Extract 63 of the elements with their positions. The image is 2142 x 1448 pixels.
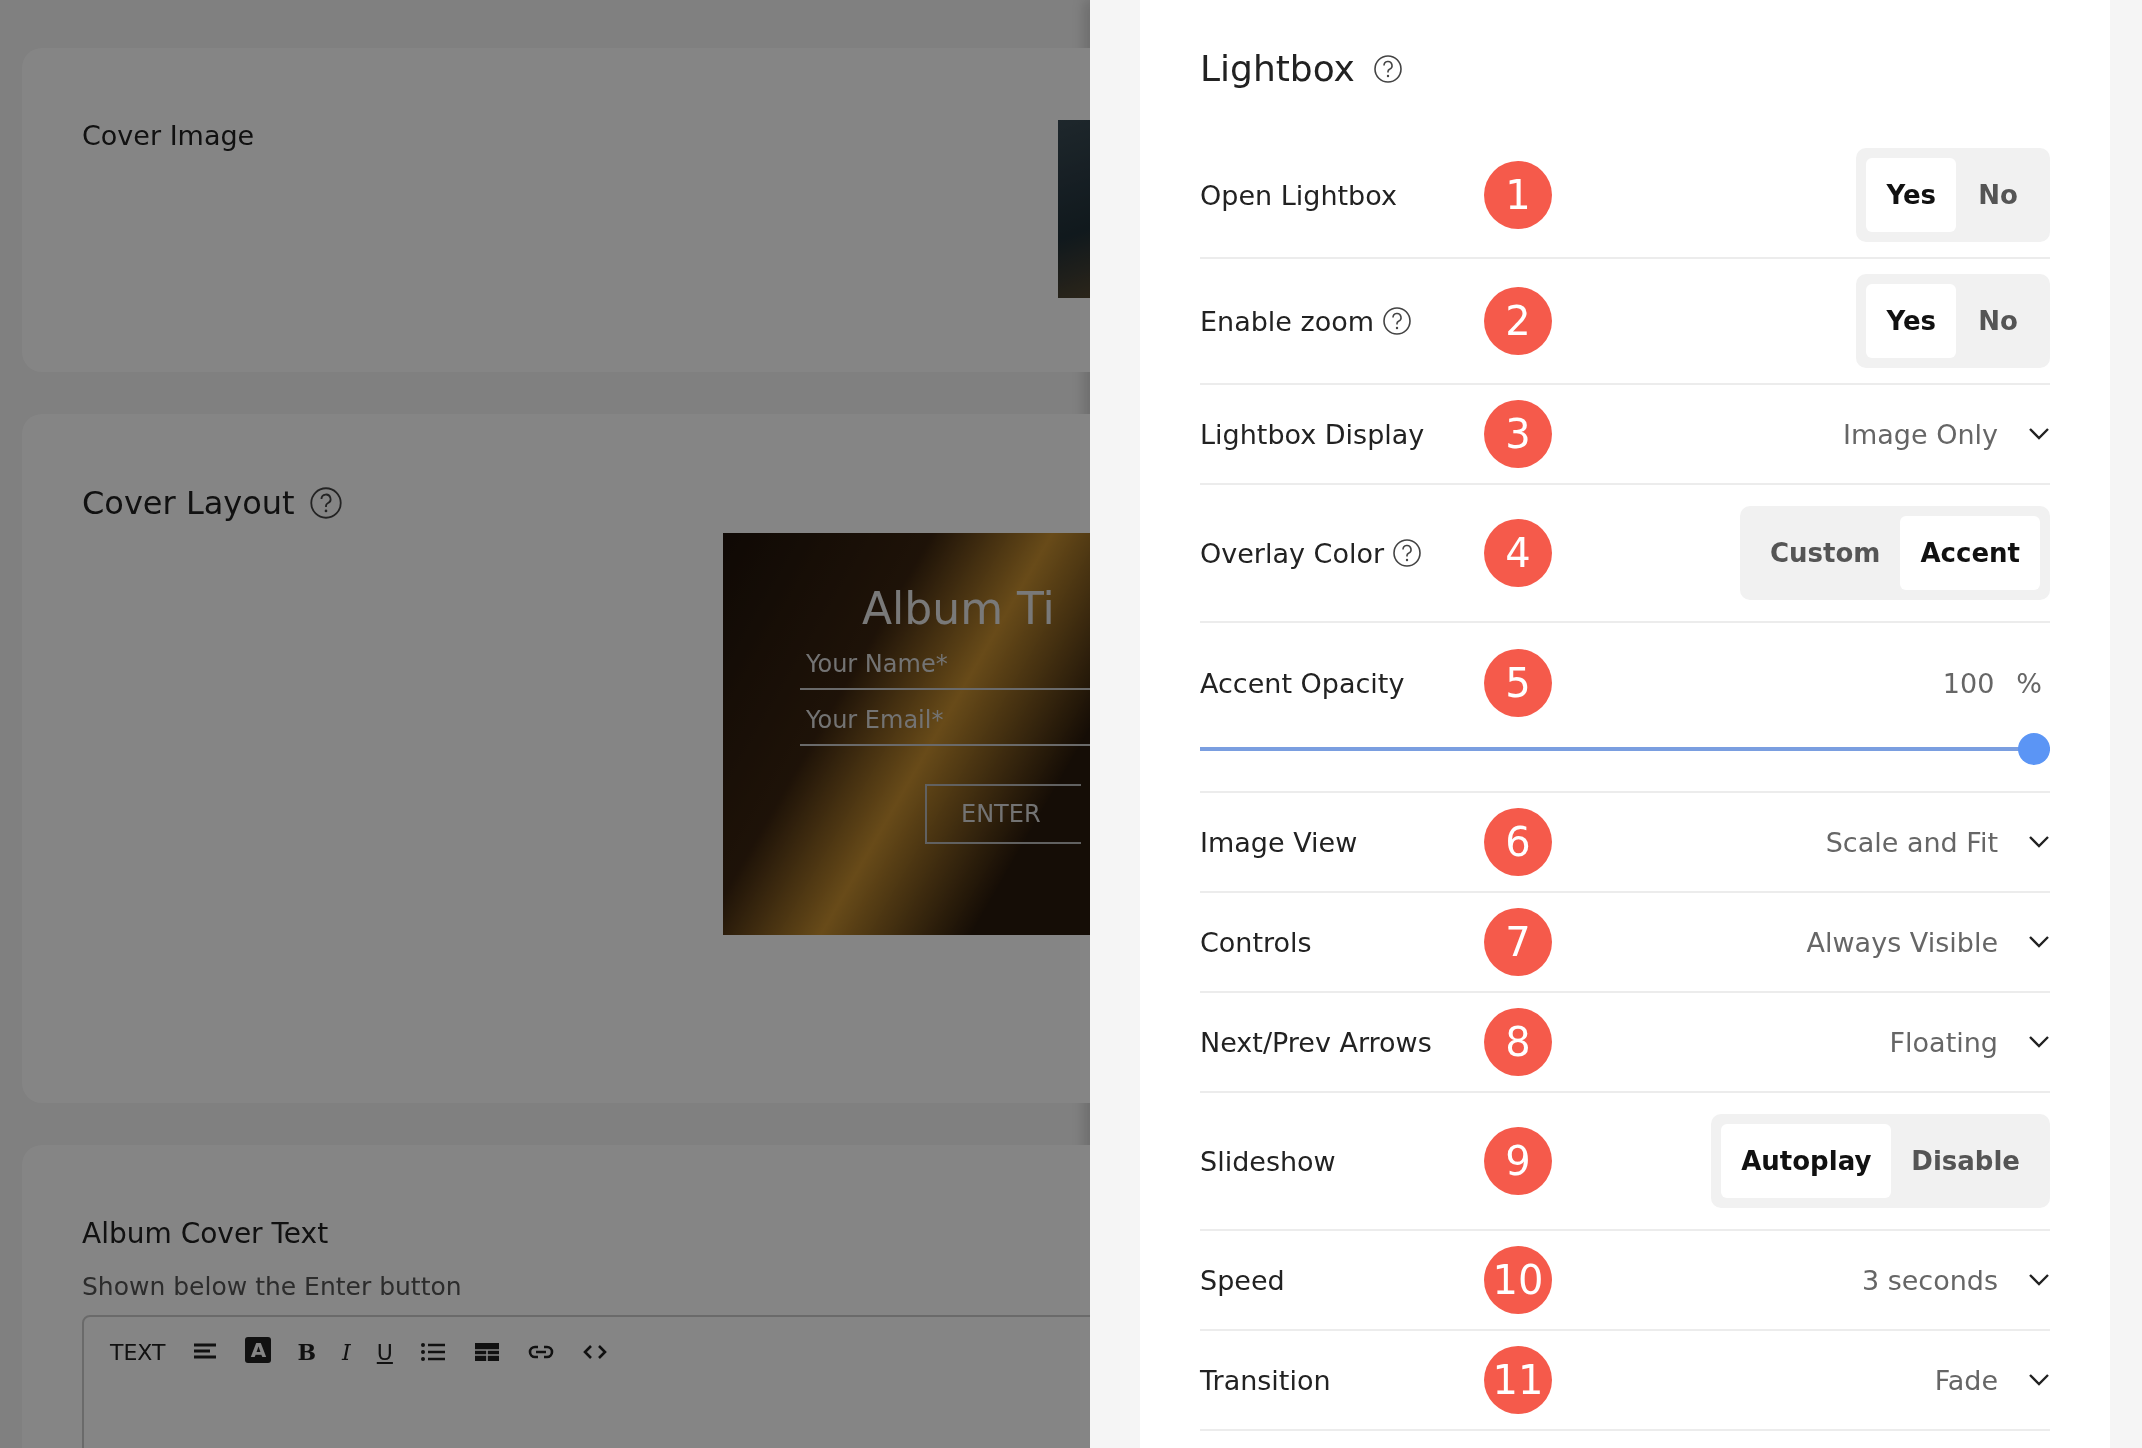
preview-button: ENTER <box>925 784 1081 844</box>
setting-label: Controls <box>1200 926 1312 958</box>
number-badge: 1 <box>1484 161 1552 229</box>
setting-label: Accent Opacity <box>1200 667 1405 699</box>
setting-label: Slideshow <box>1200 1145 1336 1177</box>
help-icon[interactable] <box>308 486 343 520</box>
dropdown[interactable]: Scale and Fit <box>1825 826 2050 858</box>
number-badge: 10 <box>1484 1246 1552 1314</box>
chevron-down-icon <box>2028 427 2050 441</box>
layout-preview[interactable]: Album Ti Your Name* Your Email* ENTER <box>723 533 1090 935</box>
section-title: Cover Image <box>82 120 256 153</box>
bold-button[interactable]: B <box>297 1337 317 1367</box>
dropdown[interactable]: Image Only <box>1843 418 2050 450</box>
value-field[interactable]: 100 <box>1942 667 1995 699</box>
setting-label: Transition <box>1200 1364 1331 1396</box>
segment-option[interactable]: Yes <box>1866 158 1956 232</box>
slider-thumb[interactable] <box>2018 733 2050 765</box>
segment-option[interactable]: No <box>1956 284 2040 358</box>
segment-option[interactable]: Autoplay <box>1721 1124 1892 1198</box>
number-badge: 6 <box>1484 808 1552 876</box>
help-icon[interactable] <box>1382 306 1413 336</box>
setting-label: Speed <box>1200 1264 1285 1296</box>
segment-option[interactable]: Custom <box>1750 516 1901 590</box>
number-badge: 11 <box>1484 1346 1552 1414</box>
chevron-down-icon <box>2028 1373 2050 1387</box>
segment-option[interactable]: Disable <box>1891 1124 2040 1198</box>
number-badge: 4 <box>1484 519 1552 587</box>
section-title: Cover Layout <box>82 484 295 522</box>
setting-label: Overlay Color <box>1200 537 1385 569</box>
text-color-button[interactable]: A <box>245 1337 272 1363</box>
dropdown[interactable]: Floating <box>1889 1026 2050 1058</box>
slider[interactable] <box>1200 733 2050 765</box>
chevron-down-icon <box>2028 1273 2050 1287</box>
number-badge: 5 <box>1484 649 1552 717</box>
chevron-down-icon <box>2028 835 2050 849</box>
chevron-down-icon <box>2028 935 2050 949</box>
preview-title: Album Ti <box>862 583 1056 634</box>
number-badge: 3 <box>1484 400 1552 468</box>
setting-label: Lightbox Display <box>1200 418 1425 450</box>
dropdown[interactable]: 3 seconds <box>1861 1264 2050 1296</box>
chevron-down-icon <box>2028 1035 2050 1049</box>
help-icon[interactable] <box>1372 53 1403 84</box>
setting-label: Open Lightbox <box>1200 179 1397 211</box>
segment-option[interactable]: No <box>1956 158 2040 232</box>
panel-title: Lightbox <box>1200 48 1355 89</box>
setting-label: Image View <box>1200 826 1358 858</box>
help-icon[interactable] <box>1392 538 1423 568</box>
number-badge: 9 <box>1484 1127 1552 1195</box>
number-badge: 2 <box>1484 287 1552 355</box>
italic-button[interactable]: I <box>342 1337 351 1367</box>
number-badge: 8 <box>1484 1008 1552 1076</box>
setting-label: Enable zoom <box>1200 305 1375 337</box>
number-badge: 7 <box>1484 908 1552 976</box>
dropdown[interactable]: Fade <box>1934 1364 2050 1396</box>
setting-label: Next/Prev Arrows <box>1200 1026 1432 1058</box>
unit-label: % <box>2016 667 2042 699</box>
section-title: Album Cover Text <box>82 1217 330 1250</box>
dropdown[interactable]: Always Visible <box>1806 926 2050 958</box>
segment-option[interactable]: Yes <box>1866 284 1956 358</box>
underline-button[interactable]: U <box>376 1337 393 1367</box>
toolbar-label: TEXT <box>110 1338 166 1367</box>
segment-option[interactable]: Accent <box>1900 516 2040 590</box>
section-subtitle: Shown below the Enter button <box>82 1272 463 1301</box>
